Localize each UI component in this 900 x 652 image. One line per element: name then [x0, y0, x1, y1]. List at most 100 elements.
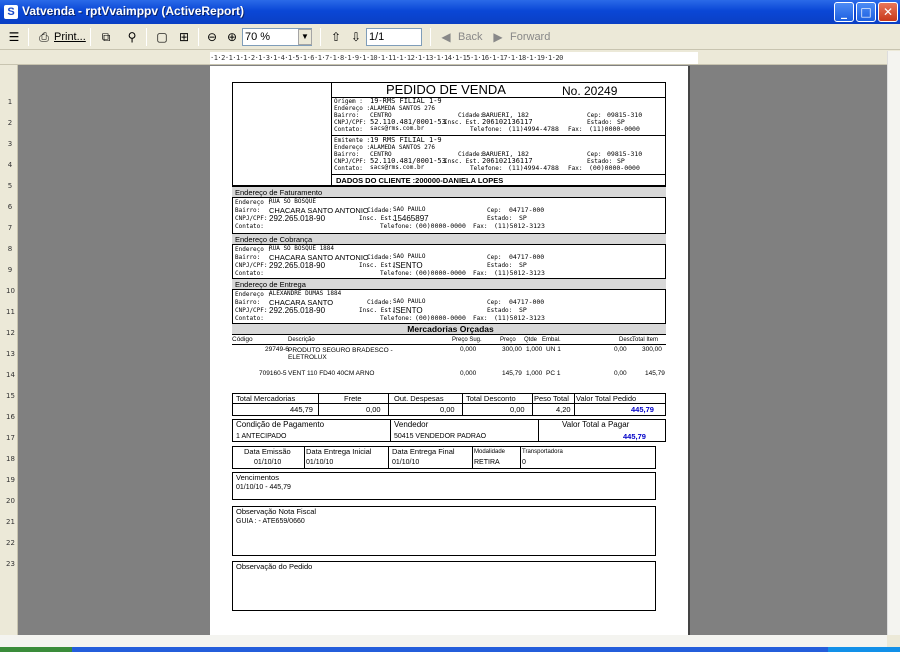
value: SAO PAULO [393, 253, 426, 260]
ruler-mark: 4 [7, 161, 13, 169]
entrega-block: Endereço : ALEXANDRE DUMAS 1884 Bairro: … [235, 291, 665, 324]
ruler-mark: 17 [6, 434, 15, 442]
zoom-in-icon[interactable]: ⊕ [222, 27, 242, 47]
table-cell: 1,000 [526, 370, 543, 377]
table-cell: 0,000 [460, 346, 477, 353]
table-cell: VENT 110 FD40 40CM ARNO [288, 370, 375, 377]
value: 445,79 [290, 405, 313, 414]
client-data: DADOS DO CLIENTE :200000-DANIELA LOPES [336, 176, 504, 185]
label: CNPJ/CPF: [235, 215, 268, 222]
label: Data Entrega Inicial [306, 447, 372, 456]
table-cell: PRODUTO SEGURO BRADESCO - ELETROLUX [288, 347, 393, 361]
ruler-mark: 9 [7, 266, 13, 274]
value: RETIRA [474, 459, 500, 466]
next-page-icon[interactable]: ⇩ [346, 27, 366, 47]
value: 01/10/10 [306, 459, 334, 466]
label: Observação do Pedido [236, 562, 313, 571]
value: 0,00 [366, 405, 381, 414]
find-icon[interactable]: ⚲ [122, 27, 142, 47]
label: Fax: [473, 315, 488, 322]
divider [520, 446, 521, 469]
table-cell: 300,00 [502, 346, 522, 353]
vertical-ruler: 1 2 3 4 5 6 7 8 9 10 11 12 13 14 15 16 17 18 19 20 21 22 23 [0, 65, 18, 635]
back-icon[interactable]: ◀ [436, 27, 456, 47]
origem-block: Origem : 19-RMS FILIAL 1-9 Endereço : AL… [334, 98, 666, 135]
value: (11)0000-0000 [589, 125, 640, 133]
previous-page-icon[interactable]: ⇧ [326, 27, 346, 47]
label: Data Emissão [244, 447, 291, 456]
value: 04717-000 [509, 298, 545, 306]
divider [390, 419, 391, 442]
label: Telefone: [470, 126, 503, 133]
divider [472, 446, 473, 469]
value: 19-RMS FILIAL 1-9 [370, 97, 442, 105]
single-page-icon[interactable]: ▢ [152, 27, 172, 47]
divider [538, 419, 539, 442]
ruler-mark: 23 [6, 560, 15, 568]
divider [232, 344, 666, 345]
value: 01/10/10 - 445,79 [236, 484, 291, 491]
label: Contato: [235, 315, 264, 322]
maximize-button[interactable]: □ [856, 2, 876, 22]
chevron-down-icon[interactable]: ▼ [298, 29, 312, 45]
ruler-mark: 7 [7, 224, 13, 232]
printer-icon[interactable]: ⎙ [34, 27, 54, 47]
value: (00)0000-0000 [415, 222, 466, 230]
toolbar-separator [90, 28, 91, 46]
window-titlebar[interactable]: S Vatvenda - rptVvaimppv (ActiveReport) … [0, 0, 900, 24]
forward-button[interactable]: Forward [510, 27, 550, 47]
label: CNPJ/CPF: [235, 262, 268, 269]
horizontal-ruler: ·1·2·1·1·1·2·1·3·1·4·1·5·1·6·1·7·1·8·1·9… [0, 51, 888, 65]
label: Contato: [235, 223, 264, 230]
toolbar-separator [430, 28, 431, 46]
ruler-mark: 15 [6, 392, 15, 400]
label: Valor Total Pedido [576, 394, 637, 403]
page-input[interactable]: 1/1 [366, 28, 422, 46]
print-button[interactable]: Print... [54, 27, 86, 47]
table-cell: 145,79 [502, 370, 522, 377]
table-cell: 300,00 [642, 346, 662, 353]
label: Peso Total [534, 394, 569, 403]
toc-icon[interactable]: ☰ [4, 27, 24, 47]
label: Contato: [235, 270, 264, 277]
toolbar-separator [28, 28, 29, 46]
value: RUA SO BOSQUE [269, 198, 316, 205]
forward-icon[interactable]: ▶ [488, 27, 508, 47]
value: (11)4994-4788 [508, 125, 559, 133]
taskbar [0, 647, 900, 652]
value: (11)5012-3123 [494, 222, 545, 230]
table-cell: 145,79 [645, 370, 665, 377]
col-header: Qtde [524, 337, 538, 343]
vertical-scrollbar[interactable] [887, 51, 900, 635]
value: SAO PAULO [393, 206, 426, 213]
value: 292.265.018-90 [269, 214, 326, 223]
multi-page-icon[interactable]: ⊞ [174, 27, 194, 47]
horizontal-scrollbar[interactable] [0, 635, 887, 647]
ruler-mark: 22 [6, 539, 15, 547]
label: Endereço : [235, 199, 272, 206]
value: 01/10/10 [392, 459, 420, 466]
ruler-mark: 6 [7, 203, 13, 211]
copy-icon[interactable]: ⧉ [96, 27, 116, 47]
zoom-out-icon[interactable]: ⊖ [202, 27, 222, 47]
total-value: 445,79 [631, 405, 654, 414]
ruler-mark: 13 [6, 350, 15, 358]
table-cell: PC 1 [546, 370, 561, 377]
divider [462, 393, 463, 416]
label: Cidade: [367, 254, 393, 261]
value: SP [519, 306, 527, 314]
label: Modalidade [474, 449, 506, 455]
label: Total Mercadorias [236, 394, 296, 403]
value: 04717-000 [509, 253, 545, 261]
col-header: Preço Sug. [452, 337, 482, 343]
close-button[interactable]: ✕ [878, 2, 898, 22]
back-button[interactable]: Back [458, 27, 482, 47]
ruler-scale: ·1·2·1·1·1·2·1·3·1·4·1·5·1·6·1·7·1·8·1·9… [210, 52, 698, 64]
toolbar-separator [198, 28, 199, 46]
value: ALEXANDRE DUMAS 1884 [269, 290, 342, 297]
minimize-button[interactable]: _ [834, 2, 854, 22]
table-cell: 0,00 [614, 346, 627, 353]
label: Cep: [487, 207, 502, 214]
value: SAO PAULO [393, 298, 426, 305]
value: 19 RMS FILIAL 1-9 [370, 136, 442, 144]
